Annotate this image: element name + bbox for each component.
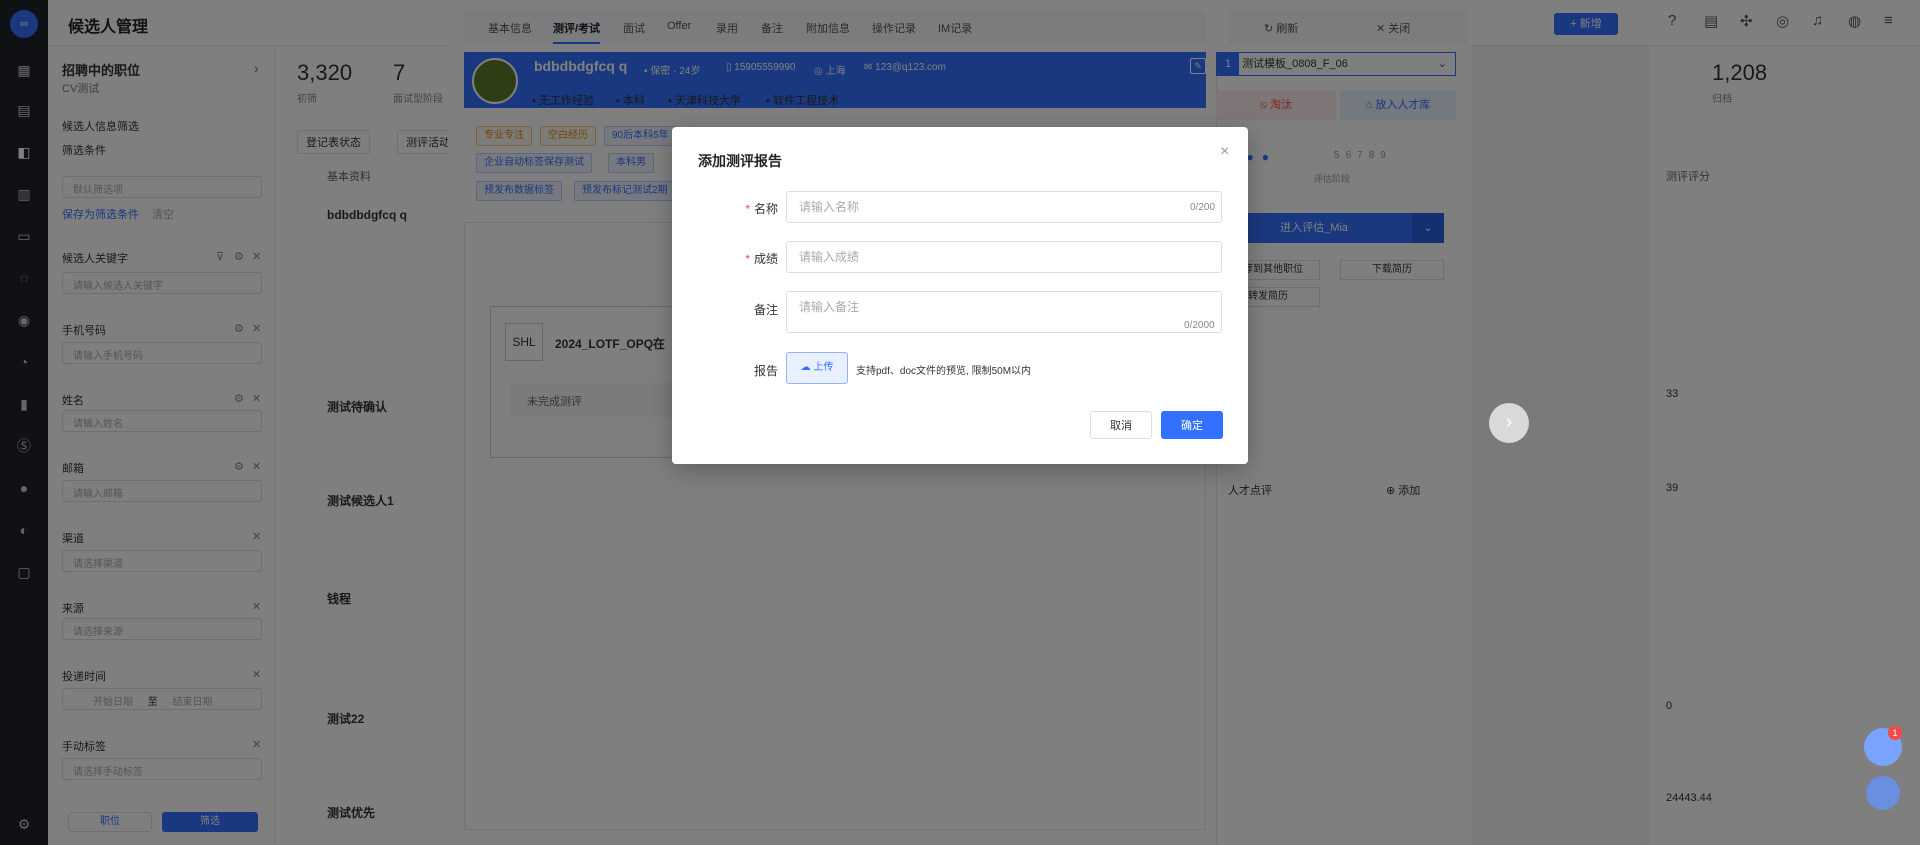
note-textarea[interactable] (786, 291, 1222, 333)
add-report-modal: 添加测评报告 × *名称 0/200 *成绩 备注 0/2000 报告 ☁ 上传… (672, 127, 1248, 464)
name-char-count: 0/200 (1190, 202, 1216, 213)
name-input[interactable] (786, 191, 1222, 223)
note-field-label: 备注 (753, 303, 778, 317)
robot-assistant-icon[interactable] (1866, 776, 1900, 810)
name-label-text: 名称 (753, 202, 778, 216)
upload-hint: 支持pdf、doc文件的预览, 限制50M以内 (856, 366, 1032, 377)
cancel-button[interactable]: 取消 (1090, 411, 1152, 439)
score-input[interactable] (786, 241, 1222, 273)
next-candidate-button[interactable]: › (1489, 403, 1529, 443)
report-field-label: 报告 (753, 364, 778, 378)
close-icon[interactable]: × (1220, 143, 1229, 161)
modal-title: 添加测评报告 (698, 153, 782, 169)
name-field-label: * 名称 (745, 202, 778, 216)
confirm-button[interactable]: 确定 (1161, 411, 1223, 439)
cloud-upload-icon: ☁ (800, 362, 811, 373)
score-field-label: * 成绩 (745, 252, 778, 266)
score-label-text: 成绩 (753, 252, 778, 266)
chat-badge: 1 (1888, 726, 1902, 740)
upload-label: 上传 (813, 362, 834, 373)
upload-button[interactable]: ☁ 上传 (786, 352, 848, 384)
note-char-count: 0/2000 (1184, 320, 1215, 331)
